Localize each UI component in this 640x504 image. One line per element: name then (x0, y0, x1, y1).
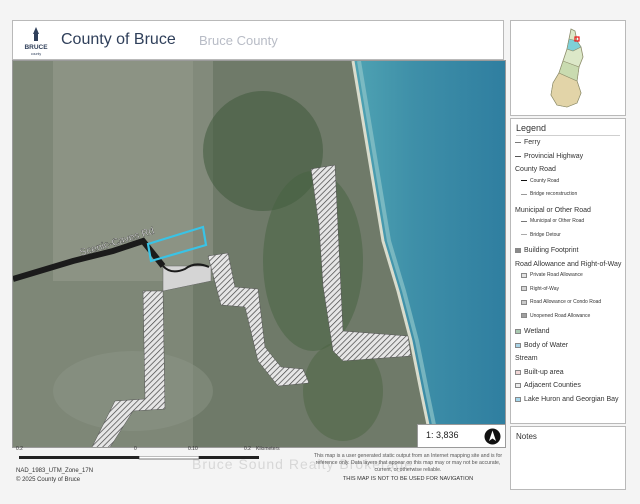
legend-item-label: Building Footprint (524, 247, 579, 254)
notes-title: Notes (516, 432, 537, 441)
scalebar-label: 0.2 (16, 446, 23, 452)
legend-item: Stream (515, 355, 538, 362)
legend-item-label: Provincial Highway (524, 152, 584, 160)
disclaimer-text: This map is a user generated static outp… (313, 453, 503, 473)
county-subtitle: Bruce County (199, 33, 278, 48)
legend-item: Ferry (515, 139, 540, 146)
legend-item-label: Unopened Road Allowance (530, 312, 591, 319)
legend-item: Bridge reconstruction (521, 191, 577, 197)
legend-item-label: Right-of-Way (530, 285, 559, 292)
legend-item: Municipal or Other Road (515, 207, 591, 214)
legend-swatch (521, 313, 527, 318)
county-title: County of Bruce (61, 31, 176, 48)
legend-swatch (515, 329, 521, 334)
legend-swatch (515, 369, 521, 375)
legend-swatch (521, 272, 527, 278)
legend-item: Unopened Road Allowance (521, 313, 590, 319)
legend-item: Private Road Allowance (521, 272, 583, 278)
copyright-text: © 2025 County of Bruce (16, 477, 81, 483)
legend-title: Legend (516, 123, 547, 133)
navigation-warning: THIS MAP IS NOT TO BE USED FOR NAVIGATIO… (342, 476, 474, 482)
overview-inset-map (510, 20, 626, 116)
legend-item: Wetland (515, 328, 550, 335)
legend-divider (516, 135, 620, 136)
legend-line-symbol (521, 180, 527, 181)
legend-item: Road Allowance and Right-of-Way (515, 261, 621, 268)
legend-item: Lake Huron and Georgian Bay (515, 396, 619, 403)
legend-item: Adjacent Counties (515, 382, 581, 389)
legend-item-label: Built-up area (524, 368, 564, 376)
legend-item-label: Road Allowance and Right-of-Way (515, 260, 622, 268)
legend-item-label: Ferry (524, 139, 541, 146)
legend-item-label: Road Allowance or Condo Road (530, 299, 602, 305)
legend-swatch (515, 342, 521, 348)
scale-ratio: 1: 3,836 (426, 430, 459, 440)
main-map-view[interactable]: Scenic-Caves Rd 1: 3,836 (12, 60, 506, 448)
legend-item-label: Bridge Detour (530, 231, 561, 238)
scalebar-unit: Kilometers (256, 446, 280, 452)
legend-item: County Road (515, 166, 556, 173)
legend-item-label: Lake Huron and Georgian Bay (524, 395, 619, 403)
legend-item-label: Municipal or Other Road (515, 206, 591, 214)
legend-item-label: County Road (515, 166, 556, 173)
legend-item: Municipal or Other Road (521, 218, 584, 224)
legend-panel: Legend Ferry Provincial Highway County Roa… (510, 118, 626, 424)
legend-line-symbol (515, 155, 521, 157)
legend-item-label: County Road (530, 177, 560, 184)
legend-item: Road Allowance or Condo Road (521, 299, 601, 305)
legend-item-label: Private Road Allowance (530, 272, 583, 278)
scale-ratio-box: 1: 3,836 (417, 424, 505, 447)
legend-item: Bridge Detour (521, 232, 561, 238)
legend-line-symbol (521, 193, 527, 195)
coordinate-system: NAD_1983_UTM_Zone_17N (16, 468, 94, 474)
legend-item: County Road (521, 178, 559, 184)
legend-swatch (515, 383, 521, 388)
legend-swatch (515, 248, 521, 253)
county-outline-graphic (550, 28, 584, 108)
legend-item: Built-up area (515, 369, 564, 376)
legend-item: Building Footprint (515, 247, 578, 254)
legend-swatch (521, 299, 527, 305)
legend-item-label: Body of Water (524, 341, 569, 349)
legend-line-symbol (521, 220, 527, 222)
svg-text:county: county (31, 52, 42, 56)
map-footer: 0.2 0 0.10 0.2 Kilometers NAD_1983_UTM_Z… (12, 446, 506, 490)
svg-text:BRUCE: BRUCE (24, 44, 48, 51)
legend-swatch (515, 396, 521, 402)
legend-item: Provincial Highway (515, 153, 583, 160)
map-header: BRUCE county County of Bruce Bruce Count… (12, 20, 504, 60)
legend-line-symbol (515, 142, 521, 143)
legend-item-label: Stream (515, 355, 538, 362)
scalebar-label: 0.10 (188, 446, 198, 452)
legend-item: Body of Water (515, 342, 568, 349)
scalebar-label: 0 (134, 446, 137, 452)
legend-item-label: Wetland (524, 328, 550, 335)
aerial-imagery: Scenic-Caves Rd (13, 61, 505, 447)
scalebar-label: 0.2 (244, 446, 251, 452)
legend-item-label: Bridge reconstruction (530, 191, 578, 197)
legend-line-symbol (521, 234, 527, 235)
legend-item-label: Municipal or Other Road (530, 218, 585, 224)
bruce-county-logo: BRUCE county (24, 27, 48, 56)
legend-item: Right-of-Way (521, 286, 559, 292)
legend-swatch (521, 286, 527, 291)
legend-item-label: Adjacent Counties (524, 382, 581, 389)
north-arrow-icon (484, 428, 501, 445)
notes-panel: Notes (510, 426, 626, 490)
